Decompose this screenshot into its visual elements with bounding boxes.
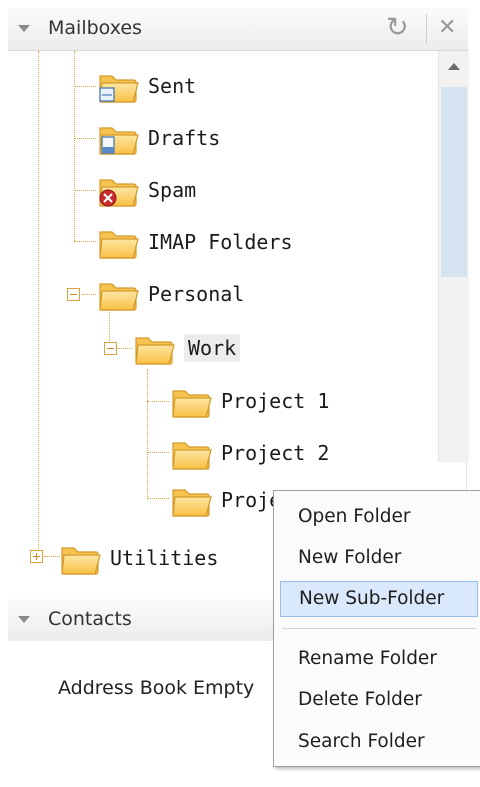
menu-item-new-folder[interactable]: New Folder bbox=[280, 540, 478, 576]
tree-item-label: Sent bbox=[148, 74, 197, 98]
tree-item-project-1[interactable]: Project 1 bbox=[169, 379, 329, 423]
tree-item-personal[interactable]: Personal bbox=[96, 272, 244, 316]
collapse-toggle-personal-icon[interactable] bbox=[67, 288, 80, 301]
tree-item-drafts[interactable]: Drafts bbox=[96, 116, 220, 160]
folder-icon bbox=[169, 435, 213, 471]
collapse-triangle-icon[interactable] bbox=[18, 616, 30, 623]
scroll-thumb[interactable] bbox=[441, 87, 467, 277]
mailboxes-title: Mailboxes bbox=[48, 17, 142, 39]
tree-scrollbar[interactable] bbox=[438, 51, 469, 462]
folder-icon bbox=[169, 383, 213, 419]
collapse-toggle-work-icon[interactable] bbox=[104, 342, 117, 355]
menu-item-open-folder[interactable]: Open Folder bbox=[280, 499, 478, 535]
header-divider bbox=[426, 14, 427, 44]
refresh-icon[interactable]: ↻ bbox=[386, 12, 409, 44]
expand-toggle-utilities-icon[interactable] bbox=[30, 550, 43, 563]
scroll-up-arrow-icon[interactable] bbox=[448, 63, 460, 70]
menu-item-rename-folder[interactable]: Rename Folder bbox=[280, 641, 478, 677]
tree-item-label: Utilities bbox=[110, 546, 219, 570]
menu-item-search-folder[interactable]: Search Folder bbox=[280, 724, 478, 760]
tree-item-work[interactable]: Work bbox=[132, 326, 241, 370]
tree-item-label: Personal bbox=[148, 282, 245, 306]
tree-item-project-2[interactable]: Project 2 bbox=[169, 431, 329, 475]
collapse-triangle-icon[interactable] bbox=[18, 25, 30, 32]
folder-context-menu: Open Folder New Folder New Sub-Folder Re… bbox=[273, 490, 480, 767]
contacts-title: Contacts bbox=[48, 608, 132, 630]
mailboxes-header[interactable]: Mailboxes ↻ ✕ bbox=[8, 8, 468, 51]
tree-item-label: Project 2 bbox=[221, 441, 330, 465]
folder-sent-icon bbox=[96, 68, 140, 104]
tree-item-label: Project 1 bbox=[221, 389, 330, 413]
tree-item-project-3[interactable]: Proje bbox=[169, 478, 281, 522]
folder-icon bbox=[96, 276, 140, 312]
folder-icon bbox=[58, 540, 102, 576]
menu-separator bbox=[282, 628, 476, 629]
menu-item-new-sub-folder[interactable]: New Sub-Folder bbox=[280, 581, 478, 617]
tree-item-label: Work bbox=[184, 334, 241, 362]
tree-item-spam[interactable]: Spam bbox=[96, 168, 196, 212]
tree-item-imap-folders[interactable]: IMAP Folders bbox=[96, 220, 293, 264]
tree-item-label: Spam bbox=[148, 178, 197, 202]
tree-item-label: Drafts bbox=[148, 126, 221, 150]
folder-spam-icon bbox=[96, 172, 140, 208]
close-icon[interactable]: ✕ bbox=[438, 14, 456, 42]
folder-icon bbox=[169, 482, 213, 518]
folder-icon bbox=[132, 330, 176, 366]
tree-item-label: IMAP Folders bbox=[148, 230, 293, 254]
tree-item-utilities[interactable]: Utilities bbox=[58, 536, 218, 580]
address-book-empty-text: Address Book Empty bbox=[58, 677, 255, 699]
folder-drafts-icon bbox=[96, 120, 140, 156]
folder-icon bbox=[96, 224, 140, 260]
menu-item-delete-folder[interactable]: Delete Folder bbox=[280, 682, 478, 718]
tree-item-sent[interactable]: Sent bbox=[96, 64, 196, 108]
